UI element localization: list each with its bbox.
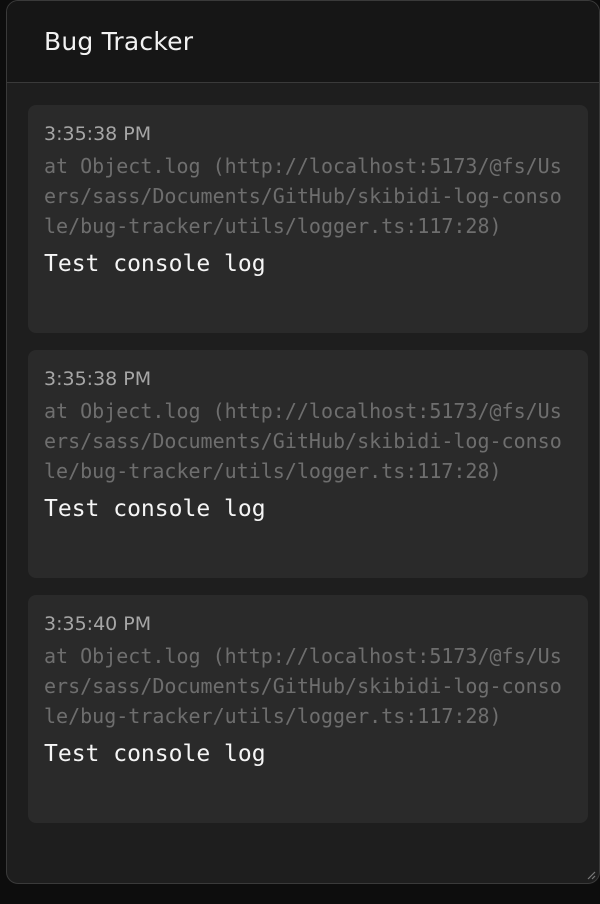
log-source-location: at Object.log (http://localhost:5173/@fs…	[44, 154, 562, 238]
log-entry[interactable]: 3:35:40 PM at Object.log (http://localho…	[28, 595, 588, 823]
log-timestamp: 3:35:38 PM	[44, 368, 152, 390]
log-message: Test console log	[44, 741, 266, 767]
log-message: Test console log	[44, 251, 266, 277]
log-message: Test console log	[44, 496, 266, 522]
log-entry[interactable]: 3:35:38 PM at Object.log (http://localho…	[28, 350, 588, 578]
log-source-location: at Object.log (http://localhost:5173/@fs…	[44, 399, 562, 483]
resize-grip-icon[interactable]	[586, 870, 596, 880]
log-list[interactable]: 3:35:38 PM at Object.log (http://localho…	[28, 105, 588, 840]
log-timestamp: 3:35:38 PM	[44, 123, 152, 145]
panel-header: Bug Tracker	[7, 1, 599, 83]
panel-title: Bug Tracker	[44, 27, 194, 56]
log-timestamp: 3:35:40 PM	[44, 613, 152, 635]
bug-tracker-panel: Bug Tracker 3:35:38 PM at Object.log (ht…	[6, 0, 600, 884]
log-source-location: at Object.log (http://localhost:5173/@fs…	[44, 644, 562, 728]
log-entry[interactable]: 3:35:38 PM at Object.log (http://localho…	[28, 105, 588, 333]
